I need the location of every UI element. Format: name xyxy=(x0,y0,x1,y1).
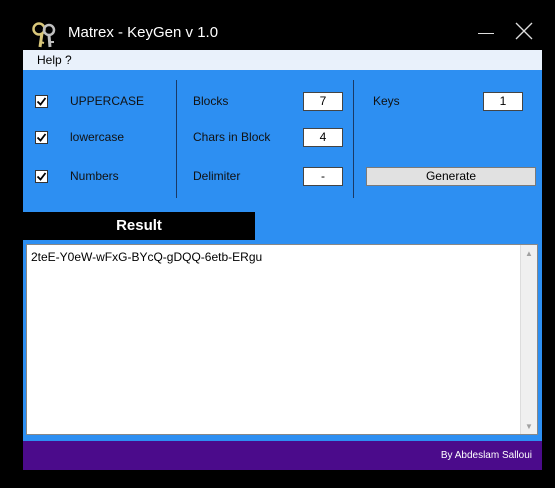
result-header: Result xyxy=(23,212,255,240)
scroll-down-icon[interactable]: ▼ xyxy=(521,418,537,434)
keys-icon xyxy=(31,21,59,49)
chars-in-block-label: Chars in Block xyxy=(193,130,271,144)
uppercase-label: UPPERCASE xyxy=(70,94,145,108)
chars-in-block-input[interactable]: 4 xyxy=(303,128,343,147)
result-scrollbar[interactable]: ▲ ▼ xyxy=(520,245,537,434)
keys-label: Keys xyxy=(373,94,400,108)
title-bar[interactable]: Matrex - KeyGen v 1.0 xyxy=(23,17,542,50)
keys-input[interactable]: 1 xyxy=(483,92,523,111)
footer-bar: By Abdeslam Salloui xyxy=(23,441,542,470)
delimiter-input[interactable]: - xyxy=(303,167,343,186)
separator-right xyxy=(353,80,354,198)
footer-credit: By Abdeslam Salloui xyxy=(440,450,532,461)
minimize-icon xyxy=(478,33,494,34)
menu-bar: Help ? xyxy=(23,50,542,70)
numbers-label: Numbers xyxy=(70,169,119,183)
numbers-option[interactable]: Numbers xyxy=(35,169,119,183)
separator-left xyxy=(176,80,177,198)
close-icon xyxy=(515,22,533,45)
result-textarea[interactable]: 2teE-Y0eW-wFxG-BYcQ-gDQQ-6etb-ERgu ▲ ▼ xyxy=(26,244,538,435)
generate-button[interactable]: Generate xyxy=(366,167,536,186)
uppercase-option[interactable]: UPPERCASE xyxy=(35,94,144,108)
minimize-button[interactable] xyxy=(468,17,504,50)
window-title: Matrex - KeyGen v 1.0 xyxy=(68,24,219,41)
result-text: 2teE-Y0eW-wFxG-BYcQ-gDQQ-6etb-ERgu xyxy=(31,250,263,264)
scroll-up-icon[interactable]: ▲ xyxy=(521,245,537,261)
blocks-label: Blocks xyxy=(193,94,229,108)
blocks-input[interactable]: 7 xyxy=(303,92,343,111)
numbers-checkbox[interactable] xyxy=(35,169,48,183)
close-button[interactable] xyxy=(506,17,542,50)
lowercase-checkbox[interactable] xyxy=(35,130,48,144)
lowercase-option[interactable]: lowercase xyxy=(35,130,124,144)
lowercase-label: lowercase xyxy=(70,130,125,144)
uppercase-checkbox[interactable] xyxy=(35,94,48,108)
delimiter-label: Delimiter xyxy=(193,169,241,183)
main-form: UPPERCASE lowercase Numbers Blocks 7 Cha… xyxy=(23,70,542,470)
menu-help[interactable]: Help ? xyxy=(37,53,72,67)
